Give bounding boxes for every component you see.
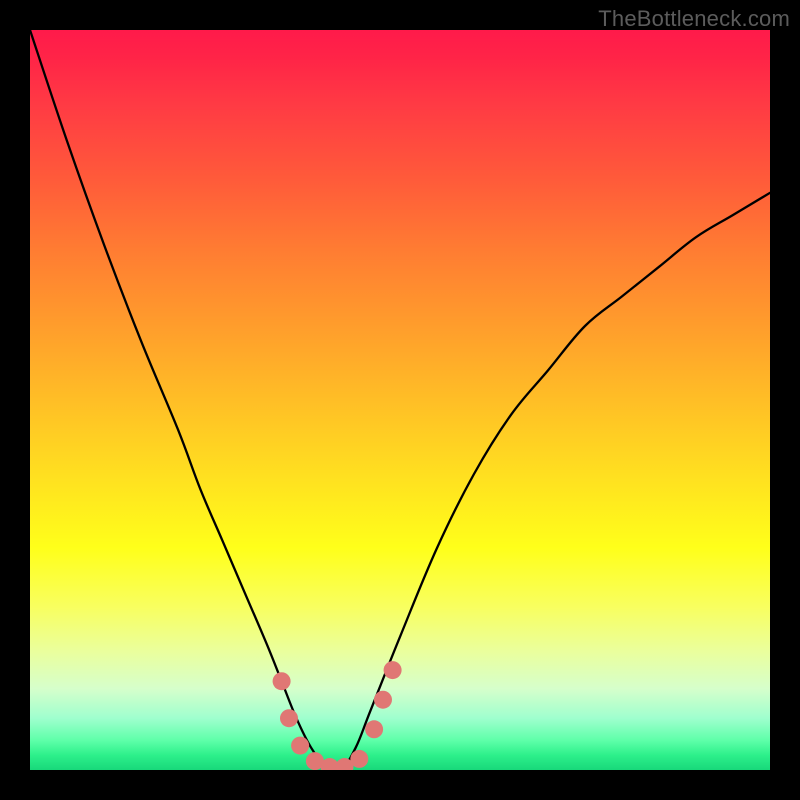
chart-frame: TheBottleneck.com [0,0,800,800]
curve-layer [30,30,770,770]
highlight-dot [291,737,309,755]
highlight-dot [365,720,383,738]
highlight-dot [384,661,402,679]
highlight-dot [280,709,298,727]
highlight-dot [374,691,392,709]
watermark-text: TheBottleneck.com [598,6,790,32]
plot-area [30,30,770,770]
highlight-dot [350,750,368,768]
highlight-dot [273,672,291,690]
bottleneck-curve [30,30,770,770]
highlight-dots [273,661,402,770]
